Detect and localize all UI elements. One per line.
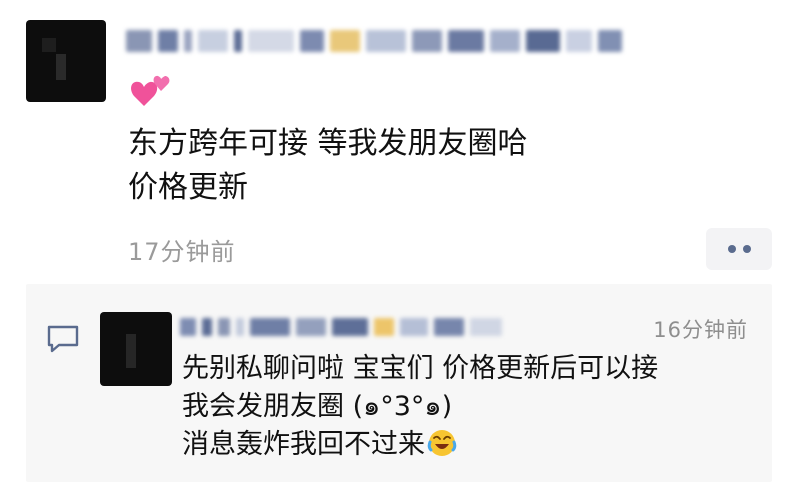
dot-icon [727,245,736,253]
more-options-button[interactable] [706,228,772,270]
rofl-face-icon [427,430,457,456]
poster-avatar[interactable] [26,20,106,102]
moment-post: 东方跨年可接 等我发朋友圈哈 价格更新 17分钟前 [0,0,800,280]
two-hearts-icon [131,75,170,106]
comment-body: 先别私聊问啦 宝宝们 价格更新后可以接 我会发朋友圈 (๑°3°๑) 消息轰炸我… [182,353,659,460]
post-text: 东方跨年可接 等我发朋友圈哈 价格更新 [128,126,528,205]
commenter-avatar[interactable] [100,312,172,386]
post-timestamp: 17分钟前 [128,238,236,266]
comment-panel: 16分钟前 先别私聊问啦 宝宝们 价格更新后可以接 我会发朋友圈 (๑°3°๑)… [26,284,772,482]
comment-text: 先别私聊问啦 宝宝们 价格更新后可以接 我会发朋友圈 (๑°3°๑) 消息轰炸我… [182,350,762,464]
dot-icon [742,245,751,253]
comment-timestamp: 16分钟前 [653,318,748,342]
poster-name-redacted[interactable] [126,22,666,60]
comment-bubble-icon [47,325,79,353]
commenter-name-redacted[interactable] [180,312,600,342]
